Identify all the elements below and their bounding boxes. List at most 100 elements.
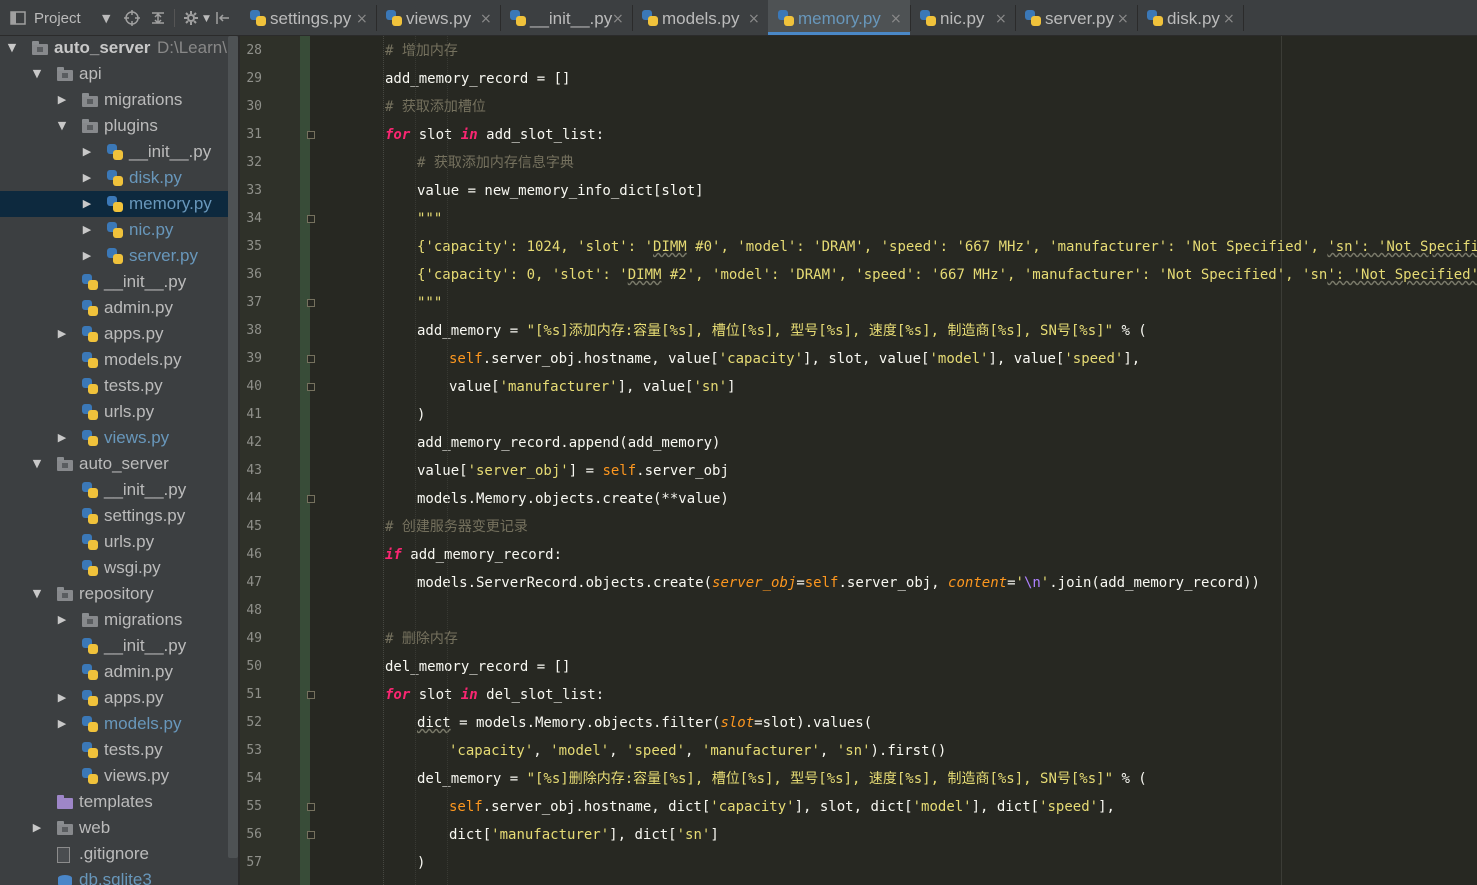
tree-file[interactable]: ▶ memory.py xyxy=(0,191,228,217)
tab-settings-py[interactable]: settings.py × xyxy=(240,0,376,35)
tree-item-label: db.sqlite3 xyxy=(79,870,152,885)
tree-file[interactable]: admin.py xyxy=(0,295,228,321)
expanded-arrow-icon[interactable]: ▼ xyxy=(30,451,44,477)
fold-marker-icon[interactable] xyxy=(307,299,315,307)
tree-file[interactable]: .gitignore xyxy=(0,841,228,867)
tree-file[interactable]: __init__.py xyxy=(0,633,228,659)
line-number: 28 xyxy=(246,43,262,58)
tree-folder[interactable]: ▼ auto_server D:\Learn\P xyxy=(0,36,239,61)
tree-file[interactable]: db.sqlite3 xyxy=(0,867,228,885)
tab-label: nic.py xyxy=(940,9,985,28)
tree-file[interactable]: ▶ apps.py xyxy=(0,321,228,347)
close-icon[interactable]: × xyxy=(995,0,1007,35)
tree-file[interactable]: __init__.py xyxy=(0,477,228,503)
expanded-arrow-icon[interactable]: ▼ xyxy=(30,61,44,87)
tree-folder[interactable]: templates xyxy=(0,789,228,815)
expanded-arrow-icon[interactable]: ▼ xyxy=(5,36,19,61)
tree-item-label: templates xyxy=(79,792,153,811)
settings-dropdown-icon[interactable]: ▼ xyxy=(203,12,210,26)
code-token: 'capacity' xyxy=(718,351,804,367)
tab-server-py[interactable]: server.py × xyxy=(1015,0,1137,35)
tree-file[interactable]: ▶ server.py xyxy=(0,243,228,269)
collapsed-arrow-icon[interactable]: ▶ xyxy=(80,243,94,269)
collapsed-arrow-icon[interactable]: ▶ xyxy=(55,321,69,347)
tab-separator xyxy=(1243,5,1244,31)
fold-marker-icon[interactable] xyxy=(307,215,315,223)
close-icon[interactable]: × xyxy=(748,0,760,35)
expanded-arrow-icon[interactable]: ▼ xyxy=(30,581,44,607)
code-token: ], slot, dict[ xyxy=(794,799,913,815)
tree-file[interactable]: models.py xyxy=(0,347,228,373)
fold-marker-icon[interactable] xyxy=(307,131,315,139)
settings-icon[interactable] xyxy=(183,10,199,29)
close-icon[interactable]: × xyxy=(612,0,624,35)
tree-file[interactable]: ▶ disk.py xyxy=(0,165,228,191)
tree-folder[interactable]: ▼ repository xyxy=(0,581,228,607)
code-line: for slot in add_slot_list: xyxy=(385,121,604,149)
tree-file[interactable]: admin.py xyxy=(0,659,228,685)
collapsed-arrow-icon[interactable]: ▶ xyxy=(80,165,94,191)
tree-file[interactable]: tests.py xyxy=(0,373,228,399)
tree-file[interactable]: ▶ views.py xyxy=(0,425,228,451)
fold-marker-icon[interactable] xyxy=(307,691,315,699)
tab-init-py[interactable]: __init__.py × xyxy=(500,0,632,35)
fold-marker-icon[interactable] xyxy=(307,495,315,503)
tree-file[interactable]: urls.py xyxy=(0,399,228,425)
code-token: 'server_obj' xyxy=(467,463,569,479)
fold-marker-icon[interactable] xyxy=(307,383,315,391)
tree-file[interactable]: views.py xyxy=(0,763,228,789)
tree-file[interactable]: ▶ __init__.py xyxy=(0,139,228,165)
tree-folder[interactable]: ▼ auto_server xyxy=(0,451,228,477)
collapsed-arrow-icon[interactable]: ▶ xyxy=(80,139,94,165)
fold-marker-icon[interactable] xyxy=(307,355,315,363)
tree-folder[interactable]: ▼ plugins xyxy=(0,113,228,139)
target-icon[interactable] xyxy=(124,10,140,29)
tree-item-label: __init__.py xyxy=(104,480,187,499)
tab-disk-py[interactable]: disk.py × xyxy=(1137,0,1243,35)
close-icon[interactable]: × xyxy=(356,0,368,35)
tree-file[interactable]: ▶ models.py xyxy=(0,711,228,737)
close-icon[interactable]: × xyxy=(890,0,902,35)
fold-marker-icon[interactable] xyxy=(307,803,315,811)
collapsed-arrow-icon[interactable]: ▶ xyxy=(80,217,94,243)
collapsed-arrow-icon[interactable]: ▶ xyxy=(55,685,69,711)
collapsed-arrow-icon[interactable]: ▶ xyxy=(30,815,44,841)
tree-file[interactable]: settings.py xyxy=(0,503,228,529)
tree-folder[interactable]: ▶ web xyxy=(0,815,228,841)
tab-models-py[interactable]: models.py × xyxy=(632,0,768,35)
tree-folder[interactable]: ▶ migrations xyxy=(0,87,228,113)
tab-memory-py[interactable]: memory.py × xyxy=(768,0,910,35)
expanded-arrow-icon[interactable]: ▼ xyxy=(55,113,69,139)
code-token: 'manufacturer' xyxy=(701,743,820,759)
tree-file[interactable]: tests.py xyxy=(0,737,228,763)
close-icon[interactable]: × xyxy=(1117,0,1129,35)
tree-folder[interactable]: ▶ migrations xyxy=(0,607,228,633)
hide-icon[interactable] xyxy=(215,10,231,29)
tree-file[interactable]: __init__.py xyxy=(0,269,228,295)
code-line: add_memory = "[%s]添加内存:容量[%s], 槽位[%s], 型… xyxy=(417,317,1147,345)
fold-marker-icon[interactable] xyxy=(307,831,315,839)
dropdown-icon[interactable]: ▼ xyxy=(102,12,110,26)
tree-file[interactable]: ▶ nic.py xyxy=(0,217,228,243)
project-icon[interactable] xyxy=(10,10,26,29)
tree-file[interactable]: urls.py xyxy=(0,529,228,555)
collapsed-arrow-icon[interactable]: ▶ xyxy=(55,607,69,633)
project-panel-title[interactable]: Project xyxy=(34,10,81,27)
tab-views-py[interactable]: views.py × xyxy=(376,0,500,35)
tree-file[interactable]: ▶ apps.py xyxy=(0,685,228,711)
code-token: # 创建服务器变更记录 xyxy=(385,519,528,535)
close-icon[interactable]: × xyxy=(480,0,492,35)
code-line: # 获取添加槽位 xyxy=(385,93,486,121)
collapsed-arrow-icon[interactable]: ▶ xyxy=(80,191,94,217)
close-icon[interactable]: × xyxy=(1223,0,1235,35)
tab-nic-py[interactable]: nic.py × xyxy=(910,0,1015,35)
sidebar-scrollbar[interactable] xyxy=(228,36,238,858)
collapsed-arrow-icon[interactable]: ▶ xyxy=(55,87,69,113)
tree-file[interactable]: wsgi.py xyxy=(0,555,228,581)
tree-folder[interactable]: ▼ api xyxy=(0,61,228,87)
ide-window: Project ▼ ▼ ▼ auto_server D:\Learn\P ▼ api ▶ m… xyxy=(0,0,1477,885)
collapsed-arrow-icon[interactable]: ▶ xyxy=(55,711,69,737)
collapsed-arrow-icon[interactable]: ▶ xyxy=(55,425,69,451)
code-editor[interactable]: 28 29 30 31 32 33 34 35 36 37 38 39 40 41 42 43 44 45 46 47… xyxy=(240,36,1477,885)
collapse-icon[interactable] xyxy=(150,10,166,29)
